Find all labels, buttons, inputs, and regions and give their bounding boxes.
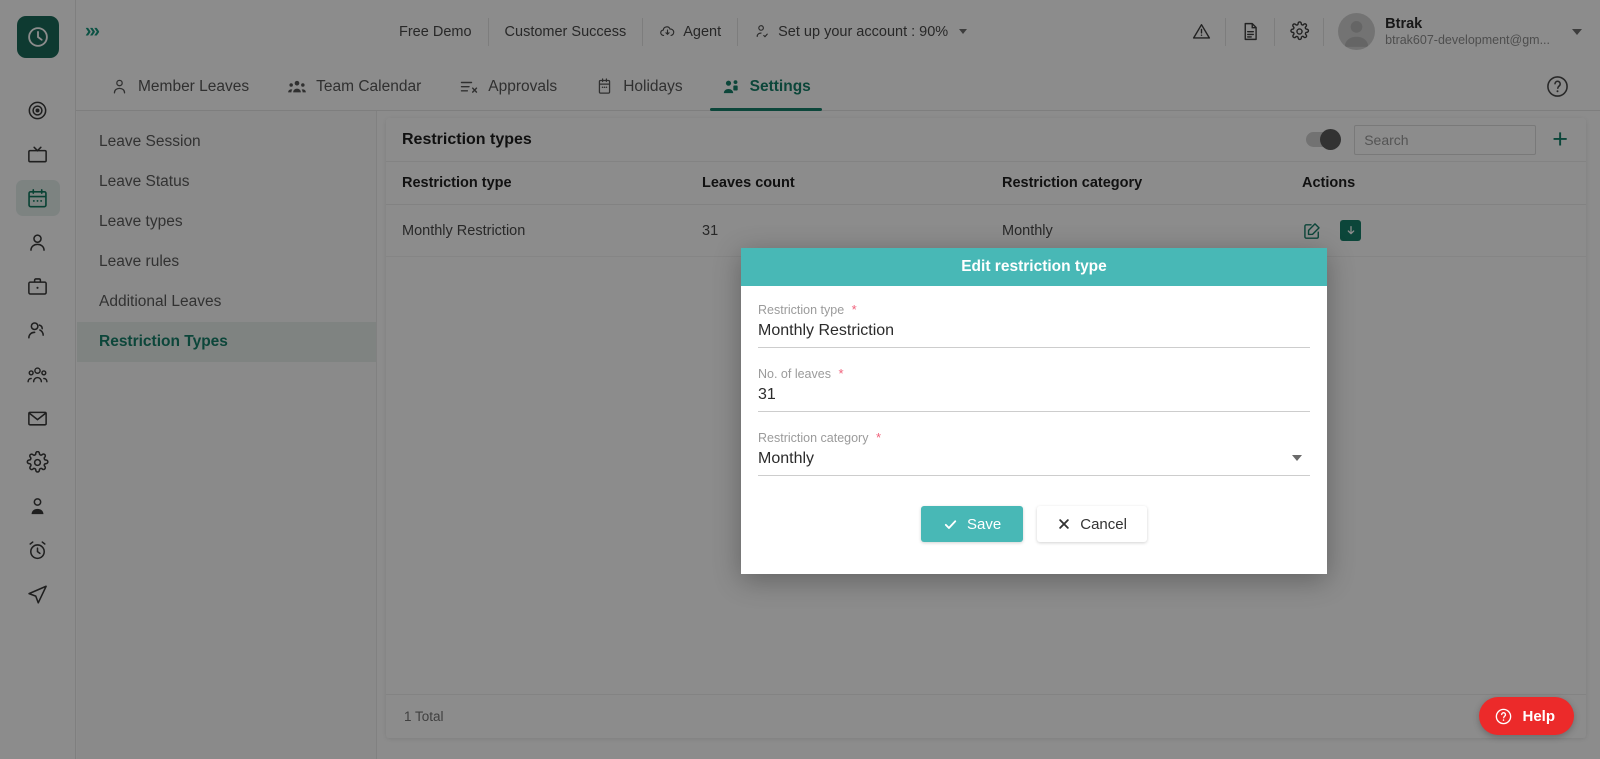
field-label-text: No. of leaves [758, 367, 831, 381]
save-label: Save [967, 515, 1002, 533]
field-label-text: Restriction category [758, 431, 869, 445]
dialog-body: Restriction type * No. of leaves * R [741, 286, 1327, 574]
edit-restriction-type-dialog: Edit restriction type Restriction type *… [741, 248, 1327, 574]
cancel-label: Cancel [1080, 515, 1127, 533]
field-restriction-category: Restriction category * [758, 430, 1310, 476]
required-marker: * [851, 302, 857, 317]
field-input-wrap [758, 320, 1310, 348]
field-label: Restriction type * [758, 302, 1310, 317]
close-icon [1059, 519, 1070, 529]
save-button[interactable]: Save [921, 506, 1024, 542]
restriction-category-select[interactable] [758, 448, 1310, 476]
app-root: ››› Free Demo Customer Success Agent Set… [0, 0, 1600, 759]
cancel-button[interactable]: Cancel [1037, 506, 1147, 542]
help-label: Help [1522, 707, 1555, 725]
dialog-actions: Save Cancel [758, 494, 1310, 564]
field-label: No. of leaves * [758, 366, 1310, 381]
question-circle-icon [1496, 708, 1512, 724]
field-restriction-type: Restriction type * [758, 302, 1310, 348]
field-no-of-leaves: No. of leaves * [758, 366, 1310, 412]
dialog-title: Edit restriction type [741, 248, 1327, 286]
restriction-type-input[interactable] [758, 320, 1310, 348]
no-of-leaves-input[interactable] [758, 384, 1310, 412]
field-input-wrap [758, 384, 1310, 412]
help-widget-button[interactable]: Help [1479, 697, 1574, 735]
check-icon [944, 519, 957, 529]
required-marker: * [838, 366, 844, 381]
field-label: Restriction category * [758, 430, 1310, 445]
field-label-text: Restriction type [758, 303, 845, 317]
required-marker: * [875, 430, 882, 445]
field-select-wrap [758, 448, 1310, 476]
